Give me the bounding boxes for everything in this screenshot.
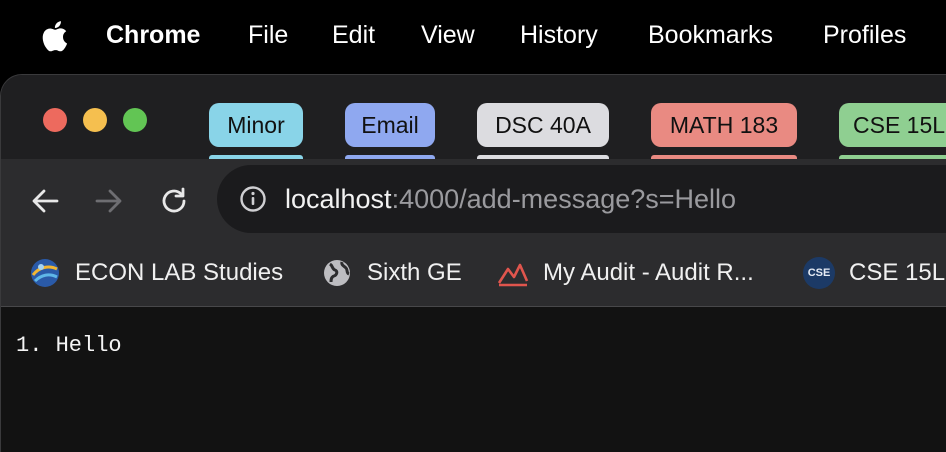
- address-bar[interactable]: localhost:4000/add-message?s=Hello: [217, 165, 946, 233]
- menu-bookmarks[interactable]: Bookmarks: [648, 18, 773, 52]
- arrow-left-icon: [32, 189, 59, 213]
- url-text[interactable]: localhost:4000/add-message?s=Hello: [285, 179, 736, 219]
- tab-strip: Minor Email DSC 40A MATH 183 CSE 15L: [1, 75, 946, 161]
- url-host: localhost: [285, 184, 392, 214]
- back-button[interactable]: [27, 183, 63, 219]
- menu-file[interactable]: File: [248, 18, 288, 52]
- macos-menu-bar: Chrome File Edit View History Bookmarks …: [0, 0, 946, 72]
- globe-icon: [321, 257, 353, 289]
- bookmarks-bar: ECON LAB Studies Sixth GE My Audit - Aud…: [1, 241, 946, 307]
- reload-icon: [162, 187, 186, 213]
- menu-profiles[interactable]: Profiles: [823, 18, 906, 52]
- tab-group-minor[interactable]: Minor: [209, 103, 303, 147]
- bookmark-label: CSE 15L: [849, 259, 946, 286]
- bookmark-sixth-ge[interactable]: Sixth GE: [321, 255, 462, 291]
- forward-button[interactable]: [91, 183, 127, 219]
- bookmark-econ-lab-studies[interactable]: ECON LAB Studies: [29, 255, 283, 291]
- menu-edit[interactable]: Edit: [332, 18, 375, 52]
- chrome-window: Minor Email DSC 40A MATH 183 CSE 15L loc…: [0, 74, 946, 452]
- bookmark-cse-15l[interactable]: CSE CSE 15L: [803, 255, 945, 291]
- tab-group-cse15l[interactable]: CSE 15L: [839, 103, 946, 147]
- window-close-button[interactable]: [43, 108, 67, 132]
- tab-group-email[interactable]: Email: [345, 103, 435, 147]
- cse-ucsd-icon: CSE: [803, 257, 835, 289]
- bookmark-label: My Audit - Audit R...: [543, 259, 754, 286]
- audit-chart-icon: [497, 257, 529, 289]
- toolbar: localhost:4000/add-message?s=Hello: [1, 159, 946, 241]
- info-icon[interactable]: [239, 185, 267, 213]
- page-content: 1. Hello: [1, 307, 946, 452]
- window-minimize-button[interactable]: [83, 108, 107, 132]
- reload-button[interactable]: [156, 183, 192, 219]
- menu-view[interactable]: View: [421, 18, 475, 52]
- menu-chrome[interactable]: Chrome: [106, 18, 200, 52]
- bookmark-my-audit[interactable]: My Audit - Audit R...: [497, 255, 754, 291]
- econ-lab-globe-icon: [29, 257, 61, 289]
- apple-logo-icon[interactable]: [40, 20, 68, 52]
- message-item: 1. Hello: [16, 333, 122, 358]
- arrow-right-icon: [95, 189, 122, 213]
- tab-group-math183[interactable]: MATH 183: [651, 103, 797, 147]
- window-maximize-button[interactable]: [123, 108, 147, 132]
- url-path: :4000/add-message?s=Hello: [391, 184, 737, 214]
- bookmark-label: ECON LAB Studies: [75, 259, 284, 286]
- cse-icon-text: CSE: [807, 267, 831, 279]
- menu-history[interactable]: History: [520, 18, 598, 52]
- tab-group-dsc40a[interactable]: DSC 40A: [477, 103, 609, 147]
- bookmark-label: Sixth GE: [367, 259, 462, 286]
